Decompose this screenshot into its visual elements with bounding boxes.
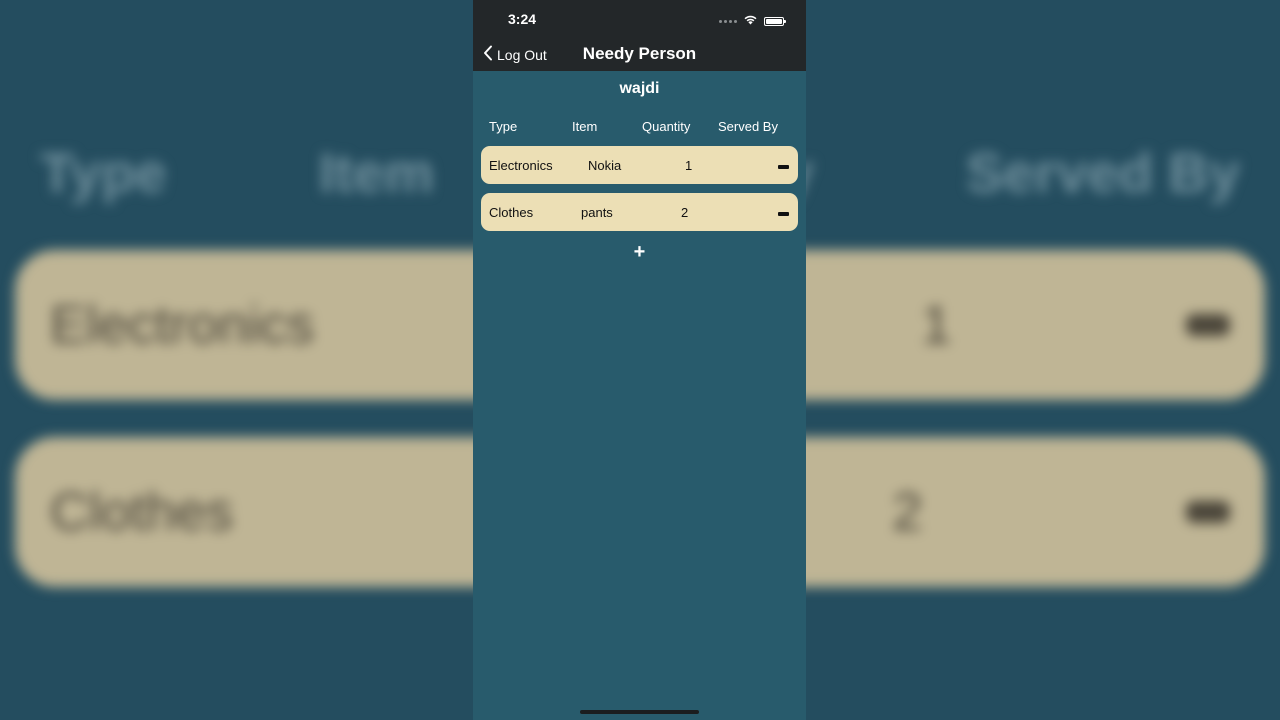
cell-type: Clothes — [489, 205, 534, 220]
list-item[interactable]: Electronics Nokia 1 — [481, 146, 798, 184]
header-served-by: Served By — [718, 119, 778, 134]
status-bar: 3:24 — [473, 0, 806, 36]
bg-header-type: Type — [40, 141, 167, 204]
cell-type: Electronics — [489, 158, 553, 173]
list-item[interactable]: Clothes pants 2 — [481, 193, 798, 231]
bg-cell-type: Electronics — [50, 295, 315, 355]
cell-quantity: 1 — [685, 158, 693, 173]
home-indicator[interactable] — [580, 710, 699, 714]
page-title: Needy Person — [582, 44, 697, 63]
navigation-bar: Log Out Needy Person — [473, 36, 806, 71]
bg-cell-quantity: 2 — [892, 482, 923, 542]
cellular-signal-icon — [719, 19, 737, 23]
minus-icon[interactable] — [778, 212, 789, 216]
header-type: Type — [489, 119, 518, 134]
add-item-button[interactable]: + — [473, 242, 806, 262]
bg-header-served-by: Served By — [966, 141, 1240, 204]
bg-minus-icon — [1185, 314, 1230, 336]
minus-icon[interactable] — [778, 165, 789, 169]
username-heading: wajdi — [619, 80, 660, 97]
bg-cell-type: Clothes — [50, 482, 234, 542]
header-item: Item — [572, 119, 598, 134]
cell-item: pants — [581, 205, 613, 220]
battery-icon — [764, 16, 786, 26]
cell-item: Nokia — [588, 158, 622, 173]
cell-quantity: 2 — [681, 205, 689, 220]
status-icons — [719, 12, 786, 30]
wifi-icon — [743, 12, 758, 30]
bg-minus-icon — [1185, 501, 1230, 523]
bg-cell-quantity: 1 — [921, 295, 952, 355]
column-headers: Type Item Quantity Served By — [473, 119, 806, 137]
header-quantity: Quantity — [642, 119, 691, 134]
bg-header-item: Item — [318, 141, 435, 204]
status-time: 3:24 — [508, 11, 537, 27]
phone-screen: 3:24 Log Out Needy Person wajdi Type Ite… — [473, 0, 806, 720]
